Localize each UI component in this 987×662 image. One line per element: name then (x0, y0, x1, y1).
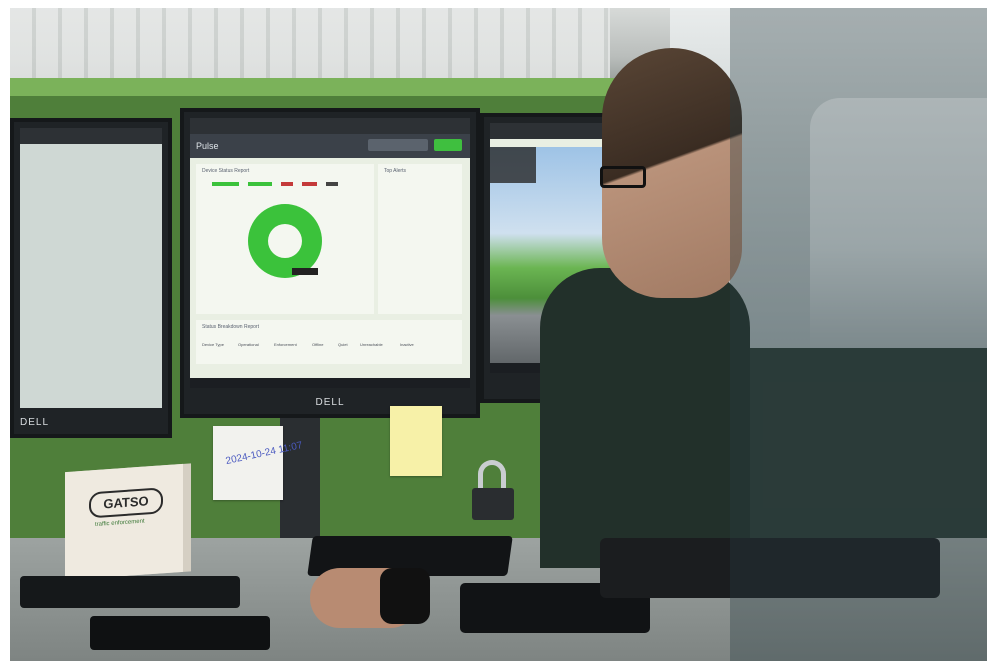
app-name: Pulse (196, 141, 219, 151)
panel-title: Top Alerts (384, 168, 406, 174)
box-brand-logo: GATSO (89, 487, 163, 519)
smartphone (90, 616, 270, 650)
donut-chart (248, 204, 322, 278)
device-status-panel: Device Status Report (196, 164, 374, 314)
sticky-note-white: 2024-10-24 11:07 (213, 426, 304, 500)
wristwatch (380, 568, 430, 624)
padlock-body (472, 488, 514, 520)
browser-tab-bar (190, 118, 470, 134)
center-monitor-screen: Pulse Device Status Report Top Alerts St… (190, 118, 470, 388)
table-header: Device Type (202, 342, 224, 347)
map-overlay-panel (490, 147, 536, 183)
photo-frame: DELL Pulse Device Status Report Top Aler… (10, 8, 987, 661)
app-header: Pulse (190, 134, 470, 158)
left-monitor: DELL (10, 118, 172, 438)
table-header: Unreachable (360, 342, 383, 347)
action-button (434, 139, 462, 151)
chart-legend (212, 182, 362, 186)
left-monitor-screen (20, 128, 162, 408)
panel-title: Device Status Report (202, 168, 250, 174)
monitor-stand (280, 418, 320, 538)
product-box: GATSO traffic enforcement (65, 463, 183, 581)
person-at-desk (540, 38, 750, 568)
search-input (368, 139, 428, 151)
person-torso (540, 268, 750, 568)
center-monitor: Pulse Device Status Report Top Alerts St… (180, 108, 480, 418)
browser-tab-bar (20, 128, 162, 144)
eyeglasses (600, 166, 646, 188)
table-header: Enforcement (274, 342, 297, 347)
table-header: Offline (312, 342, 324, 347)
table-header: Operational (238, 342, 259, 347)
monitor-brand-logo: DELL (20, 417, 50, 428)
padlock (472, 460, 514, 520)
top-alerts-panel: Top Alerts (378, 164, 462, 314)
chart-tooltip (292, 268, 318, 275)
taskbar (190, 378, 470, 388)
box-subtitle: traffic enforcement (95, 518, 145, 529)
glass-reflection (730, 8, 987, 661)
panel-title: Status Breakdown Report (202, 324, 259, 330)
table-header: Quiet (338, 342, 348, 347)
table-header: Inactive (400, 342, 414, 347)
keyboard-left (20, 576, 240, 608)
sticky-note-yellow (390, 406, 442, 476)
status-breakdown-panel: Status Breakdown Report Device Type Oper… (196, 320, 462, 364)
